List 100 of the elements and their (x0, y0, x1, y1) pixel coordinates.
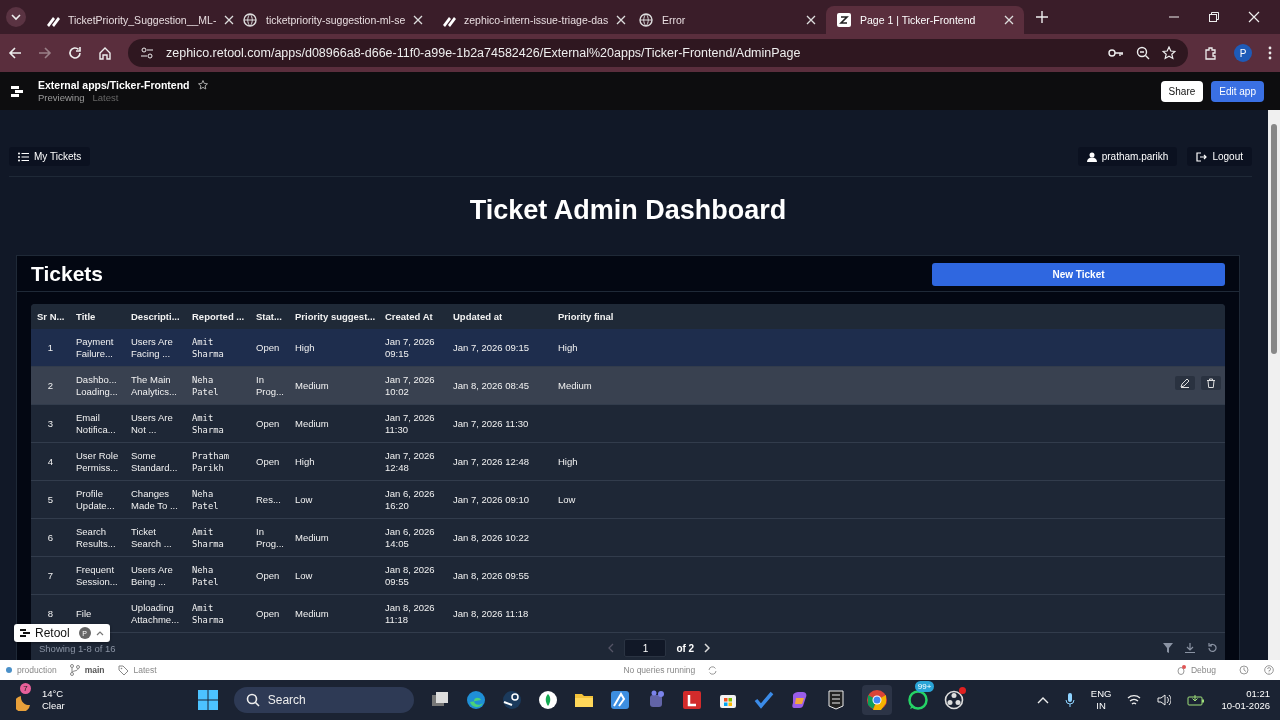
logout-button[interactable]: Logout (1187, 147, 1252, 166)
battery-icon[interactable] (1187, 694, 1206, 706)
user-button[interactable]: pratham.parikh (1077, 147, 1178, 166)
language-indicator[interactable]: ENG IN (1090, 688, 1112, 712)
next-page-icon[interactable] (704, 643, 711, 653)
table-row[interactable]: 6 Search Results... Ticket Search ... Amit Sharma In Prog... Medium Jan 6, 2026 14:05 Jan 8, 2026 10:22 (31, 519, 1225, 557)
close-icon[interactable] (413, 15, 424, 25)
edit-app-button[interactable]: Edit app (1211, 80, 1264, 102)
column-header[interactable]: Descripti... (125, 310, 186, 323)
help-icon[interactable] (1264, 665, 1274, 675)
column-header[interactable]: Title (70, 310, 125, 323)
column-header[interactable]: Reported ... (186, 310, 250, 323)
chat-app-icon[interactable] (907, 690, 928, 710)
column-header[interactable]: Created At (379, 310, 447, 323)
wifi-icon[interactable] (1127, 694, 1142, 706)
zoom-out-icon[interactable] (1136, 46, 1150, 60)
my-tickets-button[interactable]: My Tickets (9, 147, 91, 166)
logout-icon (1196, 151, 1208, 162)
profile-avatar[interactable]: P (1234, 44, 1252, 62)
table-cell-text: Frequent Session... (75, 563, 119, 588)
close-icon[interactable] (616, 15, 627, 25)
download-icon[interactable] (1185, 643, 1195, 653)
message-count-badge: 99+ (914, 681, 935, 692)
table-cell-text: Email Notifica... (75, 411, 117, 436)
clock[interactable]: 01:21 10-01-2026 (1221, 688, 1270, 712)
page-number-field[interactable]: 1 (624, 639, 667, 657)
maximize-icon[interactable] (1208, 11, 1220, 23)
edit-row-button[interactable] (1175, 376, 1195, 390)
reset-icon[interactable] (1207, 643, 1217, 653)
table-cell-text: Dashbo... Loading... (75, 373, 119, 398)
scrollbar[interactable] (1268, 110, 1280, 660)
share-button[interactable]: Share (1160, 80, 1204, 102)
branch-label[interactable]: main (84, 665, 105, 675)
tab-favicon-icon (638, 12, 654, 28)
chrome-browser-icon[interactable] (865, 689, 888, 711)
extensions-icon[interactable] (1204, 46, 1218, 60)
table-cell-text: Jan 8, 2026 09:55 (452, 569, 531, 582)
table-row[interactable]: 1 Payment Failure... Users Are Facing ... Amit Sharma Open High Jan 7, 2026 09:15 Jan 7, 2026 09:15 High (31, 329, 1225, 367)
table-row[interactable]: 7 Frequent Session... Users Are Being ... Neha Patel Open Low Jan 8, 2026 09:55 Jan 8, 2026 09:55 (31, 557, 1225, 595)
table-cell-text: Neha Patel (191, 563, 220, 588)
retool-logo-icon (10, 84, 24, 98)
back-icon[interactable] (8, 46, 22, 60)
filter-icon[interactable] (1163, 643, 1173, 653)
volume-icon[interactable] (1157, 694, 1172, 706)
table-row[interactable]: 2 Dashbo... Loading... The Main Analytics... Neha Patel In Prog... Medium Jan 7, 2026 10:02 Jan 8, 2026 08:45 Medium (31, 367, 1225, 405)
tag-label[interactable]: Latest (133, 665, 157, 675)
key-icon[interactable] (1108, 47, 1124, 59)
table-cell-text: Users Are Facing ... (130, 335, 174, 360)
forward-icon[interactable] (38, 46, 52, 60)
browser-tab[interactable]: TicketPriority_Suggestion__ML- (34, 6, 232, 34)
checkmark-app-icon[interactable] (753, 690, 774, 710)
table-cell-text: Jan 8, 2026 11:18 (452, 607, 530, 620)
table-cell-text: Jan 8, 2026 09:55 (384, 563, 436, 588)
reload-icon[interactable] (68, 46, 82, 60)
delete-row-button[interactable] (1201, 376, 1221, 390)
more-menu-icon[interactable] (1268, 46, 1272, 60)
table-row[interactable]: 3 Email Notifica... Users Are Not ... Amit Sharma Open Medium Jan 7, 2026 11:30 Jan 7, 2026 11:30 (31, 405, 1225, 443)
leaf-app-icon[interactable] (537, 690, 558, 710)
epic-games-icon[interactable] (825, 690, 846, 710)
new-ticket-button[interactable]: New Ticket (932, 262, 1225, 286)
table-cell-text: Jan 7, 2026 09:15 (384, 335, 436, 360)
chevron-up-icon[interactable] (1036, 696, 1049, 704)
favorite-star-icon[interactable] (197, 80, 208, 90)
column-header[interactable]: Stat... (250, 310, 289, 323)
address-bar[interactable]: zephico.retool.com/apps/d08966a8-d66e-11f0-a99e-1b2a74582426/External%20apps/Ticker-Frontend/AdminPage (128, 39, 1188, 67)
recorder-app-icon[interactable] (943, 690, 964, 710)
new-tab-icon[interactable] (1036, 11, 1048, 23)
start-icon[interactable] (197, 690, 218, 710)
browser-tab[interactable]: zephico-intern-issue-triage-das (430, 6, 628, 34)
site-info-icon (140, 46, 154, 60)
browser-tab[interactable]: Error (628, 6, 826, 34)
browser-tab[interactable]: Page 1 | Ticker-Frontend (826, 6, 1024, 34)
letter-app-icon[interactable] (681, 690, 702, 710)
home-icon[interactable] (98, 46, 112, 60)
debug-button[interactable]: Debug (1190, 665, 1216, 675)
table-row[interactable]: 5 Profile Update... Changes Made To ... Neha Patel Res... Low Jan 6, 2026 16:20 Jan 7, 2026 09:10 Low (31, 481, 1225, 519)
browser-tab[interactable]: ticketpriority-suggestion-ml-se (232, 6, 430, 34)
vector-app-icon[interactable] (609, 690, 630, 710)
edge-browser-icon[interactable] (465, 690, 486, 710)
column-header[interactable]: Priority final (552, 310, 652, 323)
steam-icon[interactable] (501, 690, 522, 710)
close-icon[interactable] (1248, 11, 1260, 23)
column-header[interactable]: Sr N... (31, 310, 70, 323)
taskbar-search[interactable]: Search (233, 687, 414, 713)
table-cell-text: Users Are Being ... (130, 563, 174, 588)
close-icon[interactable] (806, 15, 816, 25)
microphone-icon[interactable] (1064, 693, 1075, 707)
column-header[interactable]: Priority suggest... (289, 310, 379, 323)
close-icon[interactable] (1004, 15, 1014, 25)
close-icon[interactable] (224, 15, 235, 25)
weather-condition: Clear (42, 700, 65, 712)
column-header[interactable]: Updated at (447, 310, 552, 323)
environment-label[interactable]: production (17, 665, 57, 675)
table-cell-text: High (294, 455, 316, 468)
bookmark-star-icon[interactable] (1162, 46, 1176, 60)
tab-list-icon[interactable] (6, 7, 26, 27)
table-cell-text: Amit Sharma (191, 525, 225, 550)
table-row[interactable]: 4 User Role Permiss... Some Standard... Pratham Parikh Open High Jan 7, 2026 12:48 Jan 7, 2026 12:48 High (31, 443, 1225, 481)
table-cell-text: Users Are Not ... (130, 411, 174, 436)
history-icon[interactable] (1239, 665, 1249, 675)
